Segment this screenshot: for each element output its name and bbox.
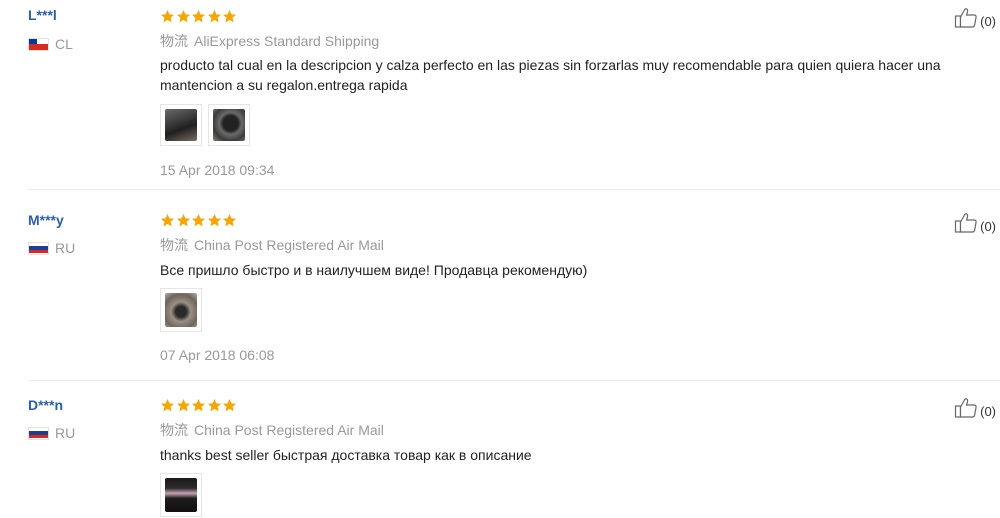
reviewer-country: CL	[28, 36, 73, 52]
review-photo-thumbnail[interactable]	[208, 104, 250, 146]
review-photo-thumbnail[interactable]	[160, 104, 202, 146]
star-icon	[222, 9, 237, 23]
review-photo-thumbnail[interactable]	[160, 288, 202, 332]
star-rating	[160, 398, 238, 413]
review-item: L***l CL 物流 AliExpress Standard Shipping …	[0, 0, 1000, 190]
review-item: M***y RU 物流 China Post Registered Air Mai…	[0, 190, 1000, 381]
reviewer-name: M***y	[28, 212, 64, 228]
thumbs-up-icon	[955, 8, 977, 28]
helpful-button[interactable]: (0)	[954, 7, 996, 29]
star-icon	[191, 398, 206, 412]
helpful-count: (0)	[980, 404, 996, 419]
star-icon	[222, 213, 237, 227]
star-icon	[207, 398, 221, 412]
star-icon	[207, 9, 221, 23]
reviewer-name: L***l	[28, 7, 57, 23]
review-photo-thumbnail[interactable]	[160, 473, 202, 517]
reviewer-country: RU	[28, 425, 75, 441]
review-text: producto tal cual en la descripcion y ca…	[160, 57, 941, 93]
chile-flag-icon	[28, 37, 49, 51]
shipping-method-name: China Post Registered Air Mail	[194, 237, 384, 253]
shipping-method-name: AliExpress Standard Shipping	[194, 33, 380, 49]
star-icon	[176, 398, 190, 412]
star-icon	[160, 9, 175, 23]
shipping-method: 物流 China Post Registered Air Mail	[160, 420, 384, 440]
star-icon	[160, 213, 175, 227]
review-photo-1	[165, 478, 197, 512]
shipping-label: 物流	[160, 237, 188, 253]
review-photo-1	[165, 109, 197, 141]
review-photos	[160, 288, 202, 332]
russia-flag-icon	[28, 241, 49, 255]
star-icon	[191, 9, 206, 23]
shipping-method: 物流 AliExpress Standard Shipping	[160, 31, 379, 51]
star-rating	[160, 9, 238, 24]
country-code: CL	[55, 36, 73, 52]
shipping-label: 物流	[160, 33, 188, 49]
review-item: D***n RU 物流 China Post Registered Air Mai…	[0, 381, 1000, 518]
review-text: thanks best seller быстрая доставка това…	[160, 447, 532, 463]
reviewer-name: D***n	[28, 397, 64, 413]
helpful-count: (0)	[980, 14, 996, 29]
star-icon	[191, 213, 206, 227]
star-icon	[222, 398, 237, 412]
thumbs-up-icon	[955, 398, 977, 418]
shipping-label: 物流	[160, 422, 188, 438]
country-code: RU	[55, 240, 76, 256]
russia-flag-icon	[28, 426, 49, 440]
shipping-method-name: China Post Registered Air Mail	[194, 422, 384, 438]
shipping-method: 物流 China Post Registered Air Mail	[160, 235, 384, 255]
star-icon	[160, 398, 175, 412]
reviewer-country: RU	[28, 240, 75, 256]
star-icon	[176, 9, 190, 23]
review-photo-2	[213, 109, 245, 141]
star-icon	[176, 213, 190, 227]
star-rating	[160, 213, 238, 228]
helpful-button[interactable]: (0)	[954, 397, 996, 419]
helpful-count: (0)	[980, 219, 996, 234]
review-date: 15 Apr 2018 09:34	[160, 162, 275, 178]
review-photos	[160, 473, 202, 517]
review-photo-1	[165, 293, 197, 327]
review-date: 07 Apr 2018 06:08	[160, 347, 275, 363]
country-code: RU	[55, 425, 76, 441]
thumbs-up-icon	[955, 213, 977, 233]
review-text: Все пришло быстро и в наилучшем виде! Пр…	[160, 262, 588, 278]
helpful-button[interactable]: (0)	[954, 212, 996, 234]
star-icon	[207, 213, 221, 227]
review-photos	[160, 104, 250, 146]
